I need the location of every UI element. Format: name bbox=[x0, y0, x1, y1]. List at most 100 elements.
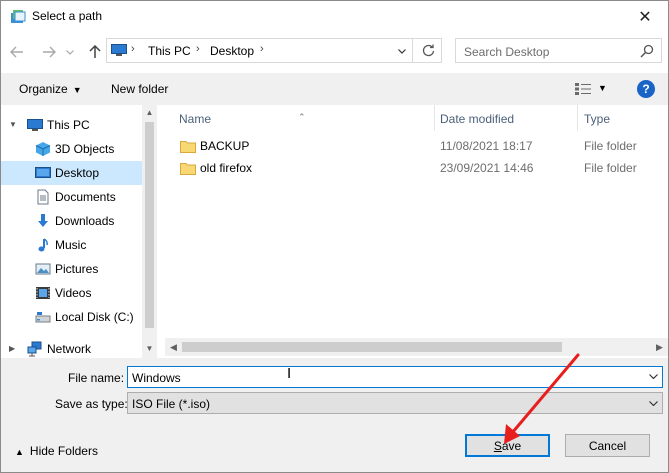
file-name: BACKUP bbox=[200, 139, 250, 153]
videos-icon bbox=[36, 287, 50, 299]
nav-item-documents[interactable]: Documents bbox=[1, 185, 142, 209]
search-box[interactable] bbox=[455, 38, 662, 63]
file-name-input[interactable] bbox=[128, 367, 644, 389]
file-type: File folder bbox=[584, 139, 637, 153]
save-as-type-select[interactable]: ISO File (*.iso) bbox=[127, 392, 663, 414]
file-date: 23/09/2021 14:46 bbox=[440, 161, 534, 175]
nav-item-pictures[interactable]: Pictures bbox=[1, 257, 142, 281]
view-options-icon[interactable] bbox=[574, 82, 592, 96]
expand-chevron-icon[interactable]: ▶ bbox=[9, 344, 15, 353]
this-pc-icon bbox=[27, 119, 43, 131]
nav-item-desktop[interactable]: Desktop bbox=[1, 161, 142, 185]
chevron-down-icon bbox=[649, 398, 658, 408]
sort-ascending-icon: ⌃ bbox=[298, 112, 306, 122]
file-name: old firefox bbox=[200, 161, 253, 175]
breadcrumb-separator: › bbox=[131, 43, 135, 55]
collapse-chevron-icon[interactable]: ▼ bbox=[9, 120, 17, 129]
nav-item-this-pc[interactable]: ▼ This PC bbox=[1, 113, 142, 137]
column-header-label: Date modified bbox=[440, 112, 515, 126]
nav-item-label: Network bbox=[47, 342, 92, 356]
up-button[interactable] bbox=[85, 41, 105, 63]
close-button[interactable]: ✕ bbox=[622, 1, 668, 32]
file-row[interactable]: BACKUP 11/08/2021 18:17 File folder bbox=[165, 135, 645, 157]
hide-folders-label: Hide Folders bbox=[29, 444, 98, 458]
file-name-field[interactable] bbox=[127, 366, 663, 389]
documents-icon bbox=[37, 189, 49, 205]
save-button[interactable]: Save bbox=[465, 434, 550, 457]
cancel-button[interactable]: Cancel bbox=[565, 434, 650, 457]
caret-down-icon: ▼ bbox=[72, 85, 82, 95]
file-date: 11/08/2021 18:17 bbox=[440, 139, 533, 153]
file-type: File folder bbox=[584, 161, 637, 175]
organize-label: Organize bbox=[19, 82, 68, 96]
scroll-down-icon[interactable]: ▼ bbox=[142, 341, 157, 356]
refresh-icon bbox=[422, 44, 434, 57]
save-options-area: File name: I Save as type: ISO File (*.i… bbox=[1, 358, 668, 472]
app-icon bbox=[11, 10, 26, 23]
nav-item-music[interactable]: Music bbox=[1, 233, 142, 257]
chevron-down-icon bbox=[398, 48, 406, 54]
organize-button[interactable]: Organize ▼ bbox=[19, 82, 82, 96]
local-disk-icon bbox=[35, 312, 51, 323]
hide-folders-button[interactable]: ▲ Hide Folders bbox=[15, 444, 98, 458]
help-icon[interactable]: ? bbox=[637, 80, 655, 98]
view-caret-down-icon[interactable]: ▼ bbox=[598, 83, 607, 93]
nav-item-label: Videos bbox=[55, 286, 92, 300]
scroll-up-icon[interactable]: ▲ bbox=[142, 105, 157, 120]
3d-objects-icon bbox=[35, 142, 51, 156]
address-dropdown-button[interactable] bbox=[392, 43, 412, 59]
nav-item-downloads[interactable]: Downloads bbox=[1, 209, 142, 233]
breadcrumb-this-pc[interactable]: This PC bbox=[148, 44, 191, 58]
scroll-right-icon[interactable]: ▶ bbox=[651, 338, 668, 356]
breadcrumb-desktop[interactable]: Desktop bbox=[210, 44, 254, 58]
nav-item-videos[interactable]: Videos bbox=[1, 281, 142, 305]
column-header-date-modified[interactable]: Date modified bbox=[435, 105, 577, 131]
chevron-up-icon: ▲ bbox=[15, 447, 24, 457]
nav-item-label: Pictures bbox=[55, 262, 99, 276]
column-header-type[interactable]: Type bbox=[578, 105, 668, 131]
nav-item-label: Music bbox=[55, 238, 87, 252]
column-header-label: Type bbox=[584, 112, 611, 126]
title-bar: Select a path ✕ bbox=[1, 1, 668, 32]
file-list: ⌃ Name Date modified Type BACKUP 11/08/2… bbox=[165, 105, 668, 358]
nav-item-3d-objects[interactable]: 3D Objects bbox=[1, 137, 142, 161]
nav-pane-scrollbar[interactable]: ▲ ▼ bbox=[142, 105, 157, 358]
search-input[interactable] bbox=[457, 40, 641, 63]
nav-item-label: Desktop bbox=[55, 166, 100, 180]
cancel-label: Cancel bbox=[588, 438, 627, 453]
folder-icon bbox=[180, 163, 196, 175]
scroll-left-icon[interactable]: ◀ bbox=[165, 338, 182, 356]
new-folder-label: New folder bbox=[111, 82, 169, 96]
this-pc-icon bbox=[111, 44, 127, 56]
save-as-type-value: ISO File (*.iso) bbox=[132, 397, 211, 411]
address-bar[interactable]: › This PC › Desktop › bbox=[106, 38, 442, 63]
refresh-button[interactable] bbox=[412, 39, 443, 62]
back-button[interactable] bbox=[7, 41, 27, 63]
search-icon bbox=[640, 44, 654, 58]
navigation-pane: ▼ This PC 3D Objects Desktop Documents D… bbox=[1, 105, 157, 358]
forward-button[interactable] bbox=[39, 41, 59, 63]
nav-item-label: Local Disk (C:) bbox=[55, 310, 134, 324]
forward-arrow-icon bbox=[43, 46, 56, 58]
downloads-icon bbox=[38, 214, 48, 227]
nav-item-label: Documents bbox=[55, 190, 116, 204]
scrollbar-thumb[interactable] bbox=[182, 342, 562, 352]
breadcrumb-separator: › bbox=[260, 43, 264, 55]
new-folder-button[interactable]: New folder bbox=[111, 82, 168, 96]
file-list-horizontal-scrollbar[interactable]: ◀ ▶ bbox=[165, 338, 668, 356]
chevron-down-icon[interactable] bbox=[649, 371, 658, 381]
nav-item-label: This PC bbox=[47, 118, 90, 132]
music-icon bbox=[38, 238, 48, 252]
file-row[interactable]: old firefox 23/09/2021 14:46 File folder bbox=[165, 157, 645, 179]
recent-locations-button[interactable] bbox=[63, 41, 77, 63]
column-header-name[interactable]: ⌃ Name bbox=[165, 105, 435, 131]
network-icon bbox=[27, 341, 42, 357]
breadcrumb-separator: › bbox=[196, 43, 200, 55]
command-toolbar: Organize ▼ New folder ▼ ? bbox=[1, 73, 668, 105]
mouse-ibeam-cursor-icon: I bbox=[287, 365, 292, 382]
scrollbar-thumb[interactable] bbox=[145, 122, 154, 328]
select-path-dialog: Select a path ✕ › This PC › Desktop › Se… bbox=[0, 0, 669, 473]
nav-item-local-disk[interactable]: Local Disk (C:) bbox=[1, 305, 142, 329]
close-icon: ✕ bbox=[638, 8, 652, 26]
back-arrow-icon bbox=[10, 46, 23, 58]
